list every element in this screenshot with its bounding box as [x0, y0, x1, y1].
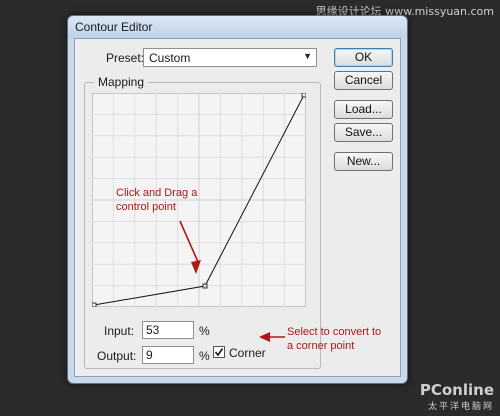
watermark-bottom: PConline 太平洋电脑网: [420, 381, 494, 412]
select-arrowhead-icon: [259, 332, 270, 342]
drag-annotation-line1: Click and Drag a: [116, 187, 198, 199]
annotation-arrows: [179, 220, 285, 342]
select-annotation-line1: Select to convert to: [287, 326, 382, 338]
watermark-bottom-main: PConline: [419, 381, 494, 399]
drag-arrowhead-icon: [191, 260, 201, 274]
drag-annotation: Click and Drag a control point: [116, 186, 197, 214]
watermark-bottom-sub: 太平洋电脑网: [427, 402, 494, 412]
drag-arrow-line: [179, 220, 199, 263]
select-annotation-line2: a corner point: [287, 340, 355, 352]
select-annotation: Select to convert to a corner point: [287, 325, 381, 353]
drag-annotation-line2: control point: [116, 201, 176, 213]
